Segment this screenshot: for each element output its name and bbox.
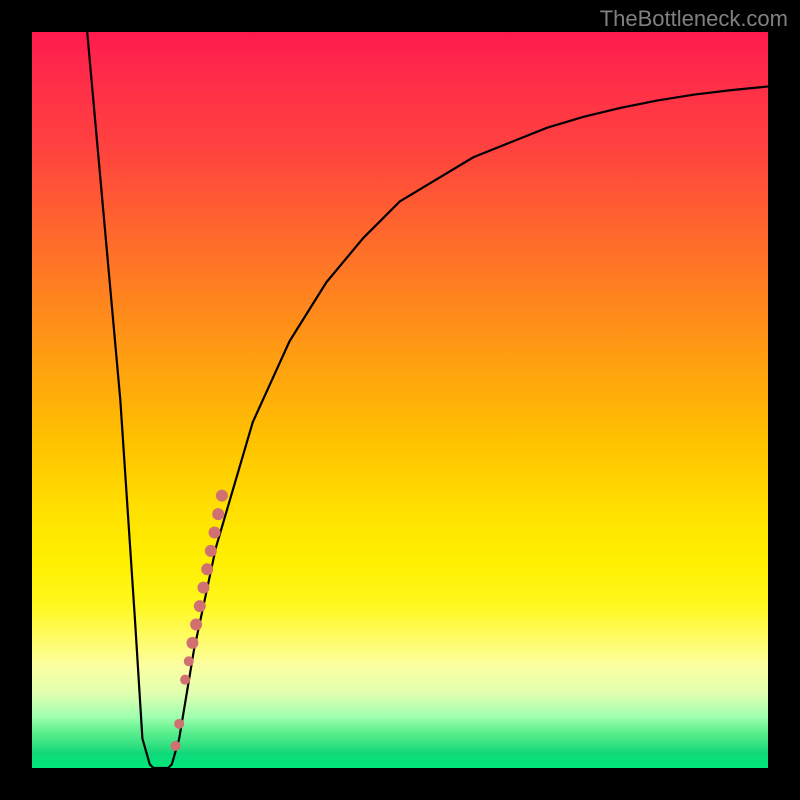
data-dot xyxy=(190,618,202,630)
data-dot xyxy=(171,741,181,751)
data-dot xyxy=(216,490,228,502)
data-dot xyxy=(212,508,224,520)
data-dot xyxy=(197,582,209,594)
data-dot xyxy=(205,545,217,557)
plot-area xyxy=(32,32,768,768)
data-dot xyxy=(201,563,213,575)
chart-container: TheBottleneck.com xyxy=(0,0,800,800)
chart-svg xyxy=(32,32,768,768)
data-dot xyxy=(174,719,184,729)
data-dot xyxy=(194,600,206,612)
data-dot xyxy=(186,637,198,649)
data-dots xyxy=(171,490,228,751)
watermark-text: TheBottleneck.com xyxy=(600,6,788,32)
data-dot xyxy=(184,656,194,666)
data-dot xyxy=(209,526,221,538)
data-dot xyxy=(180,675,190,685)
